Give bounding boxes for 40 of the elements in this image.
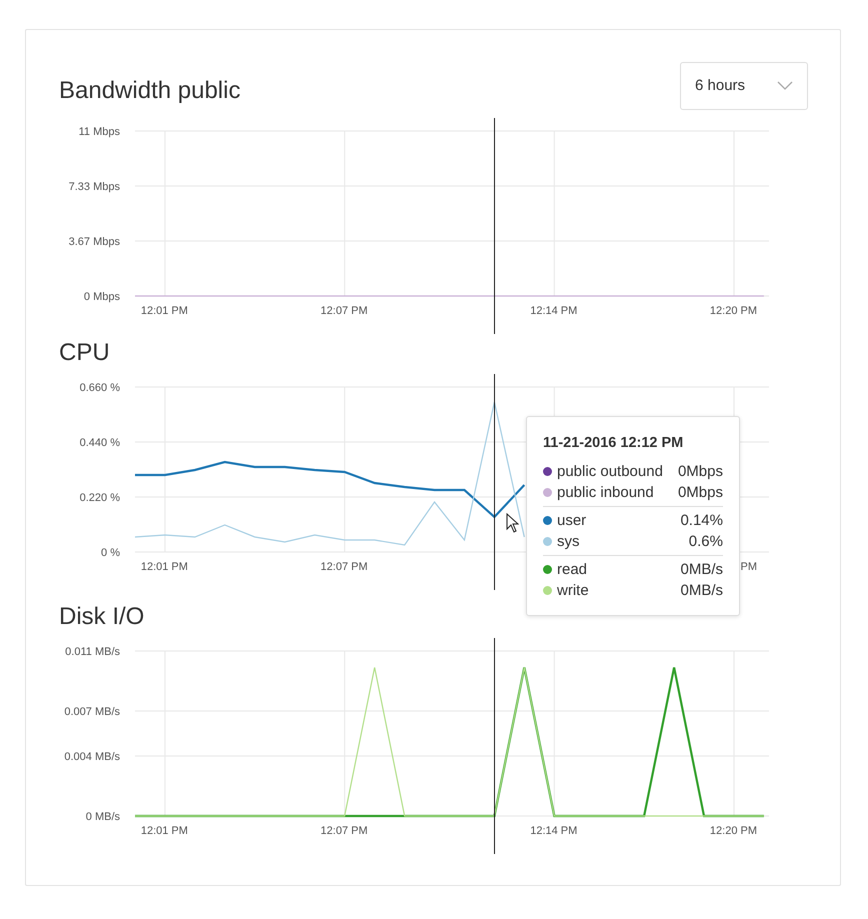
legend-label: sys bbox=[557, 532, 580, 552]
axis-label: 0 MB/s bbox=[86, 811, 120, 823]
axis-label: 12:01 PM bbox=[140, 561, 188, 573]
legend-value: 0MB/s bbox=[680, 580, 723, 601]
legend-value: 0.6% bbox=[688, 532, 723, 552]
chart-title: Disk I/O bbox=[59, 602, 146, 632]
legend-value: 0.14% bbox=[680, 510, 723, 531]
axis-label: 0.220 % bbox=[80, 492, 120, 504]
axis-label: 7.33 Mbps bbox=[68, 181, 120, 194]
axis-label: 12:14 PM bbox=[530, 825, 578, 837]
axis-label: 12:07 PM bbox=[320, 825, 368, 837]
legend-value: 0Mbps bbox=[678, 462, 723, 482]
tooltip-title: 11-21-2016 12:12 PM bbox=[543, 434, 684, 453]
axis-label: 0.004 MB/s bbox=[64, 751, 120, 763]
axis-label: 0.660 % bbox=[80, 382, 120, 394]
legend-value: 0Mbps bbox=[678, 482, 723, 503]
axis-label: 0.440 % bbox=[80, 437, 120, 449]
legend-value: 0MB/s bbox=[680, 560, 723, 580]
range-select[interactable]: 6 hours bbox=[680, 62, 808, 110]
axis-label: 11 Mbps bbox=[78, 126, 120, 138]
axis-label: 12:14 PM bbox=[530, 305, 578, 317]
axis-label: 3.67 Mbps bbox=[68, 236, 120, 248]
legend-label: user bbox=[557, 510, 586, 531]
axis-label: 12:01 PM bbox=[140, 825, 188, 837]
legend-label: write bbox=[557, 580, 589, 601]
axis-label: 12:01 PM bbox=[140, 305, 188, 317]
legend-label: read bbox=[557, 560, 588, 580]
axis-label: PM bbox=[740, 561, 757, 573]
chart-title: Bandwidth public bbox=[59, 76, 240, 106]
axis-label: 12:07 PM bbox=[320, 305, 368, 317]
chart-title: CPU bbox=[59, 338, 111, 368]
axis-label: 12:20 PM bbox=[710, 825, 757, 837]
axis-label: 0 Mbps bbox=[84, 291, 120, 303]
axis-label: 12:07 PM bbox=[320, 561, 368, 573]
axis-label: 0.011 MB/s bbox=[65, 646, 120, 658]
axis-label: 0.007 MB/s bbox=[64, 706, 120, 718]
legend-label: public inbound bbox=[557, 482, 654, 503]
axis-label: 0 % bbox=[101, 547, 120, 559]
axis-label: 12:20 PM bbox=[710, 305, 757, 317]
legend-label: public outbound bbox=[557, 462, 663, 482]
